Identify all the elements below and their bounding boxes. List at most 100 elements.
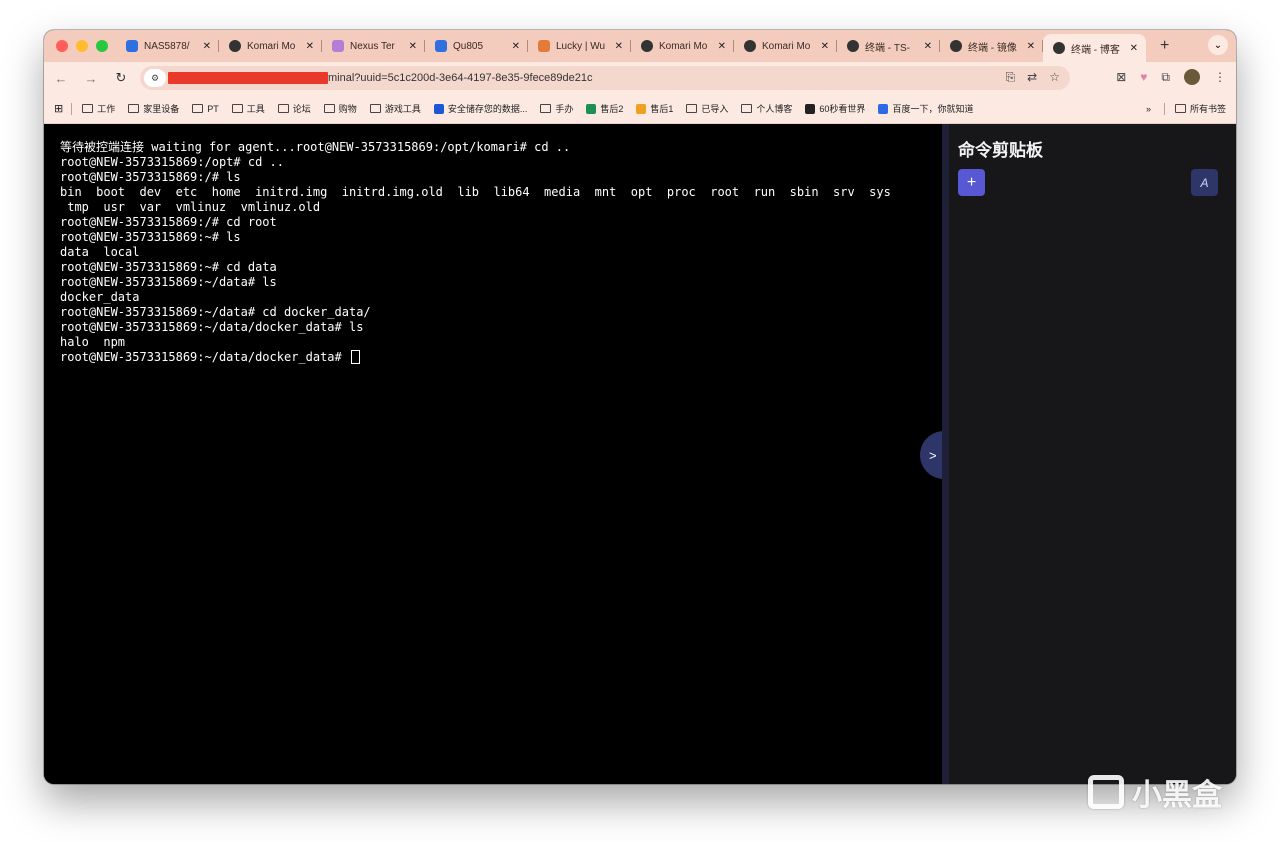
tab-5[interactable]: Komari Mo ✕ bbox=[631, 33, 734, 59]
folder-icon bbox=[323, 104, 335, 113]
menu-kebab-icon[interactable]: ⋮ bbox=[1214, 70, 1226, 84]
bookmark-item[interactable]: 工具 bbox=[231, 102, 265, 115]
bookmark-item[interactable]: 60秒看世界 bbox=[805, 102, 865, 115]
minimize-window-button[interactable] bbox=[76, 40, 88, 52]
close-tab-icon[interactable]: ✕ bbox=[1130, 43, 1138, 54]
close-window-button[interactable] bbox=[56, 40, 68, 52]
tab-3[interactable]: Qu805 ✕ bbox=[425, 33, 528, 59]
bookmark-item[interactable]: 工作 bbox=[82, 102, 115, 115]
new-tab-button[interactable]: + bbox=[1160, 37, 1169, 55]
terminal-line: root@NEW-3573315869:~# ls bbox=[60, 230, 241, 244]
tab-title: Lucky | Wu bbox=[556, 40, 606, 52]
tab-7[interactable]: 终端 - TS- ✕ bbox=[837, 33, 940, 59]
terminal-line: bin boot dev etc home initrd.img initrd.… bbox=[60, 185, 891, 199]
bookmarks-more-button[interactable]: » bbox=[1146, 104, 1151, 114]
watermark: 小黑盒 bbox=[1088, 770, 1222, 814]
tab-9[interactable]: 终端 - 博客 ✕ bbox=[1043, 34, 1146, 62]
close-tab-icon[interactable]: ✕ bbox=[203, 41, 211, 52]
extension-icon[interactable]: ⊠ bbox=[1116, 70, 1126, 84]
all-bookmarks-folder[interactable]: 所有书签 bbox=[1174, 102, 1226, 115]
address-bar[interactable]: ⚙ minal?uuid=5c1c200d-3e64-4197-8e35-9fe… bbox=[140, 66, 1070, 90]
tab-2[interactable]: Nexus Ter ✕ bbox=[322, 33, 425, 59]
terminal-line: root@NEW-3573315869:~/data# cd docker_da… bbox=[60, 305, 371, 319]
xiaoheihe-logo-icon bbox=[1088, 775, 1124, 809]
folder-icon bbox=[686, 104, 698, 113]
close-tab-icon[interactable]: ✕ bbox=[306, 41, 314, 52]
folder-icon bbox=[1174, 104, 1186, 113]
tab-6[interactable]: Komari Mo ✕ bbox=[734, 33, 837, 59]
nas-icon bbox=[126, 40, 138, 52]
bookmark-item[interactable]: 百度一下，你就知道 bbox=[878, 102, 973, 115]
toolbar-extensions: ⊠ ♥ ⧉ ⋮ bbox=[1116, 69, 1226, 85]
bookmark-item[interactable]: 家里设备 bbox=[128, 102, 179, 115]
bookmark-item[interactable]: 个人博客 bbox=[741, 102, 792, 115]
apps-grid-icon[interactable]: ⊞ bbox=[54, 102, 63, 115]
bookmark-item[interactable]: 购物 bbox=[323, 102, 357, 115]
tab-1[interactable]: Komari Mo ✕ bbox=[219, 33, 322, 59]
terminal-cursor bbox=[350, 350, 360, 364]
tab-search-chevron-icon[interactable]: ⌄ bbox=[1208, 35, 1228, 55]
terminal-line: root@NEW-3573315869:/opt# cd .. bbox=[60, 155, 284, 169]
close-tab-icon[interactable]: ✕ bbox=[821, 41, 829, 52]
bookmark-label: PT bbox=[207, 103, 219, 114]
nas-icon bbox=[435, 40, 447, 52]
browser-toolbar: ← → ↻ ⚙ minal?uuid=5c1c200d-3e64-4197-8e… bbox=[44, 62, 1236, 94]
close-tab-icon[interactable]: ✕ bbox=[615, 41, 623, 52]
bookmark-item[interactable]: 售后2 bbox=[586, 102, 623, 115]
site-settings-icon[interactable]: ⚙ bbox=[144, 69, 166, 87]
bookmark-label: 工具 bbox=[246, 104, 265, 114]
tab-title: NAS5878/ bbox=[144, 40, 190, 52]
bookmarks-overflow: » 所有书签 bbox=[1146, 102, 1226, 115]
bookmarks-bar: ⊞ 工作 家里设备 PT 工具 论坛 购物 游戏工具 安全储存您的数据... 手办 售后2 售后1 已… bbox=[44, 94, 1236, 124]
tab-0[interactable]: NAS5878/ ✕ bbox=[116, 33, 219, 59]
tab-8[interactable]: 终端 - 镜像 ✕ bbox=[940, 33, 1043, 59]
omnibox-actions: ⎘ ⇄ ☆ bbox=[1006, 70, 1060, 85]
folder-icon bbox=[741, 104, 753, 113]
bookmark-label: 个人博客 bbox=[756, 104, 793, 114]
forward-button[interactable]: → bbox=[78, 71, 104, 86]
terminal-line: root@NEW-3573315869:/# ls bbox=[60, 170, 241, 184]
close-tab-icon[interactable]: ✕ bbox=[924, 41, 932, 52]
bookmark-star-icon[interactable]: ☆ bbox=[1049, 70, 1060, 85]
extensions-puzzle-icon[interactable]: ⧉ bbox=[1161, 70, 1170, 85]
terminal-line: docker_data bbox=[60, 290, 140, 304]
close-tab-icon[interactable]: ✕ bbox=[512, 41, 520, 52]
panel-title: 命令剪贴板 bbox=[958, 141, 1043, 160]
tab-4[interactable]: Lucky | Wu ✕ bbox=[528, 33, 631, 59]
install-app-icon[interactable]: ⎘ bbox=[1006, 70, 1016, 85]
bookmark-label: 手办 bbox=[555, 104, 574, 114]
folder-icon bbox=[128, 104, 140, 113]
close-tab-icon[interactable]: ✕ bbox=[409, 41, 417, 52]
terminal-line: root@NEW-3573315869:~/data# ls bbox=[60, 275, 277, 289]
bookmark-label: 论坛 bbox=[292, 104, 311, 114]
komari-icon bbox=[1053, 42, 1065, 54]
tab-bar: NAS5878/✕ Komari Mo ✕ Nexus Ter ✕ Qu805 ✕ Lucky… bbox=[44, 30, 1236, 62]
back-button[interactable]: ← bbox=[48, 71, 74, 86]
close-tab-icon[interactable]: ✕ bbox=[1027, 41, 1035, 52]
folder-icon bbox=[231, 104, 243, 113]
extension-pink-icon[interactable]: ♥ bbox=[1140, 70, 1147, 84]
bookmark-item[interactable]: 售后1 bbox=[636, 102, 673, 115]
terminal-output[interactable]: 等待被控端连接 waiting for agent...root@NEW-357… bbox=[44, 124, 942, 784]
terminal-line: tmp usr var vmlinuz vmlinuz.old bbox=[60, 200, 321, 214]
close-tab-icon[interactable]: ✕ bbox=[718, 41, 726, 52]
bookmark-label: 购物 bbox=[338, 104, 357, 114]
translate-icon[interactable]: ⇄ bbox=[1027, 70, 1037, 85]
terminal-prompt-line[interactable]: root@NEW-3573315869:~/data/docker_data# bbox=[60, 350, 942, 365]
tab-title: 终端 - 镜像 bbox=[968, 42, 1017, 54]
site-favicon-icon bbox=[805, 103, 816, 114]
bookmark-item[interactable]: 手办 bbox=[540, 102, 573, 115]
reload-button[interactable]: ↻ bbox=[108, 70, 134, 86]
ai-translate-button[interactable]: A bbox=[1191, 169, 1218, 196]
bookmark-item[interactable]: 已导入 bbox=[686, 102, 728, 115]
bookmark-item[interactable]: 游戏工具 bbox=[369, 102, 421, 115]
bookmark-label: 安全储存您的数据... bbox=[447, 104, 528, 114]
terminal-line: halo npm bbox=[60, 335, 126, 349]
bookmark-item[interactable]: PT bbox=[192, 104, 219, 114]
bookmark-label: 已导入 bbox=[701, 104, 729, 114]
profile-avatar[interactable] bbox=[1184, 69, 1200, 85]
bookmark-item[interactable]: 安全储存您的数据... bbox=[433, 102, 528, 115]
add-command-button[interactable]: + bbox=[958, 169, 985, 196]
bookmark-item[interactable]: 论坛 bbox=[277, 102, 311, 115]
maximize-window-button[interactable] bbox=[96, 40, 108, 52]
